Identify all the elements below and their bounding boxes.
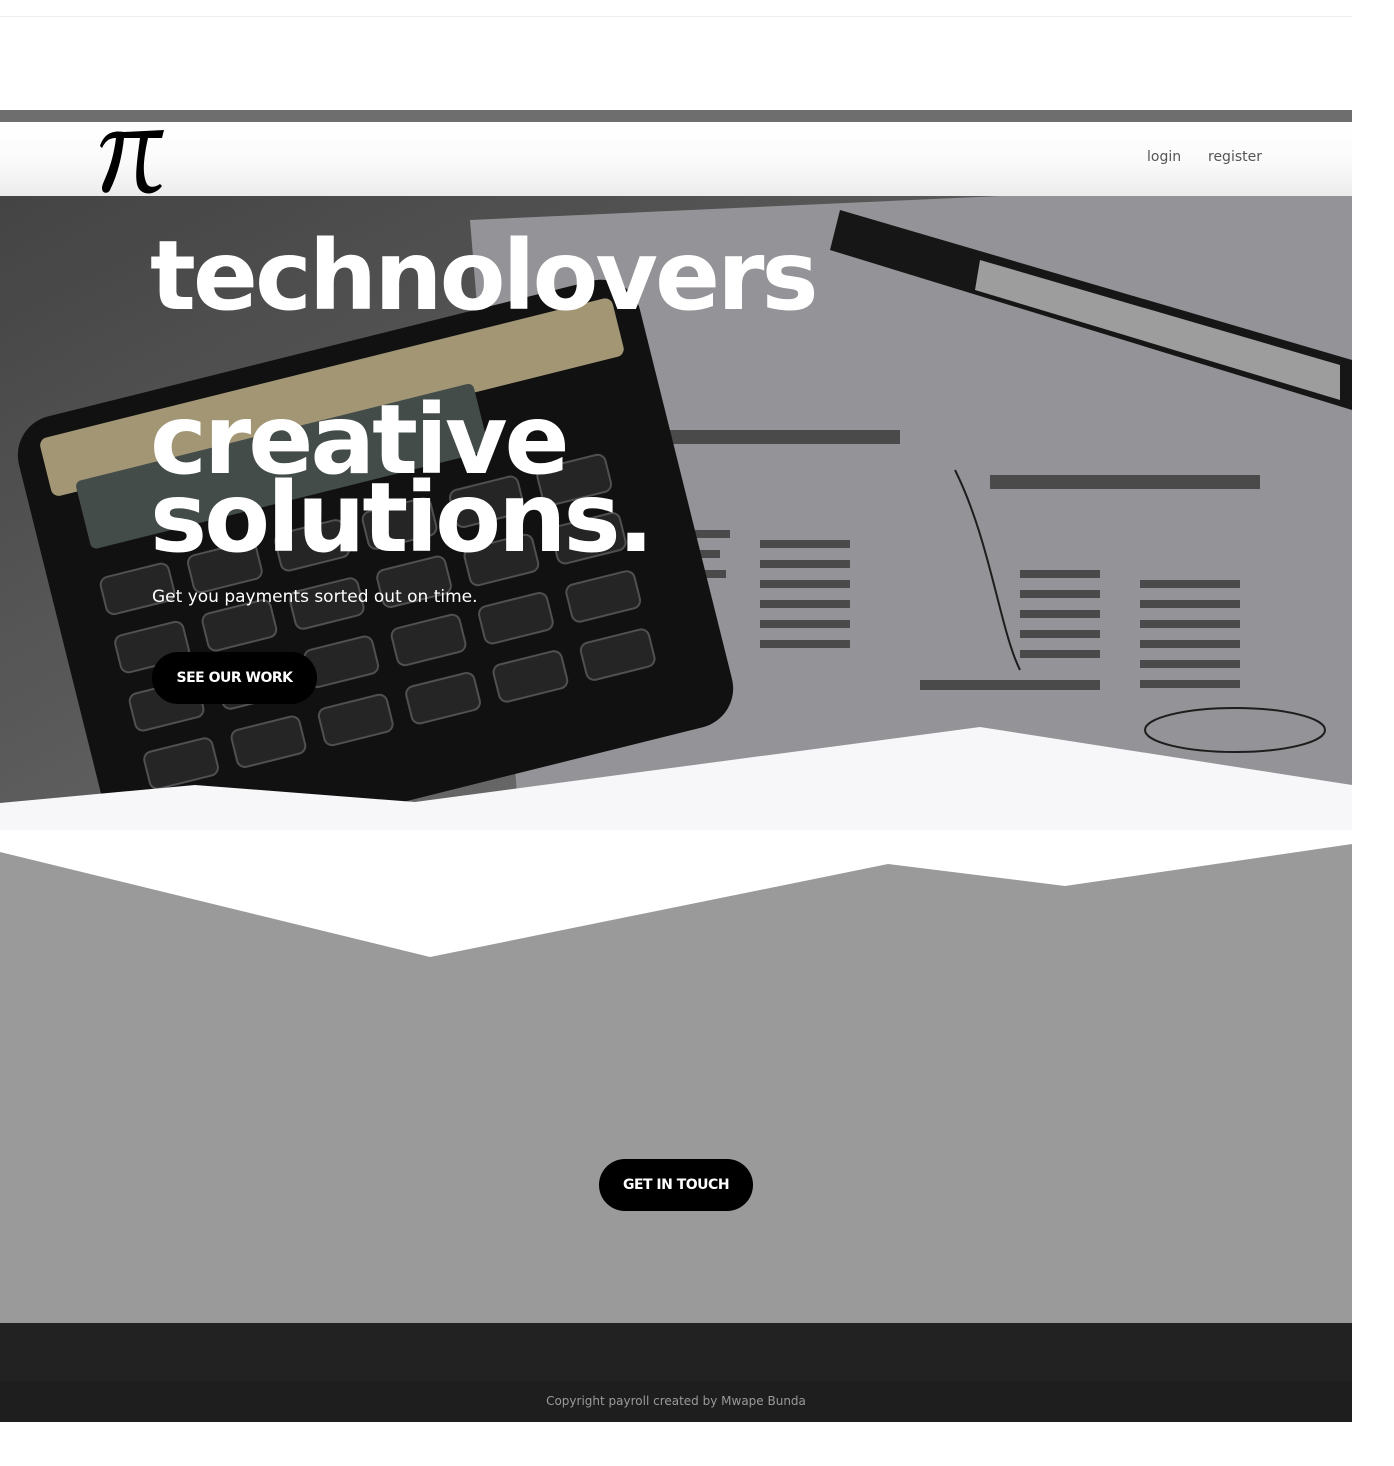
- footer-bottom-bar: Copyright payroll created by Mwape Bunda: [0, 1381, 1352, 1422]
- hero-bottom-wave: [0, 727, 1352, 830]
- contact-section: GET IN TOUCH: [0, 830, 1352, 1323]
- page: π login register technolovers creative s…: [0, 0, 1394, 1466]
- copyright-text: Copyright payroll created by Mwape Bunda: [546, 1394, 806, 1408]
- hero-section: π login register technolovers creative s…: [0, 110, 1352, 830]
- get-in-touch-button[interactable]: GET IN TOUCH: [599, 1159, 753, 1211]
- contact-top-wave: [0, 830, 1352, 957]
- top-divider: [0, 16, 1352, 17]
- footer-top-bar: [0, 1323, 1352, 1381]
